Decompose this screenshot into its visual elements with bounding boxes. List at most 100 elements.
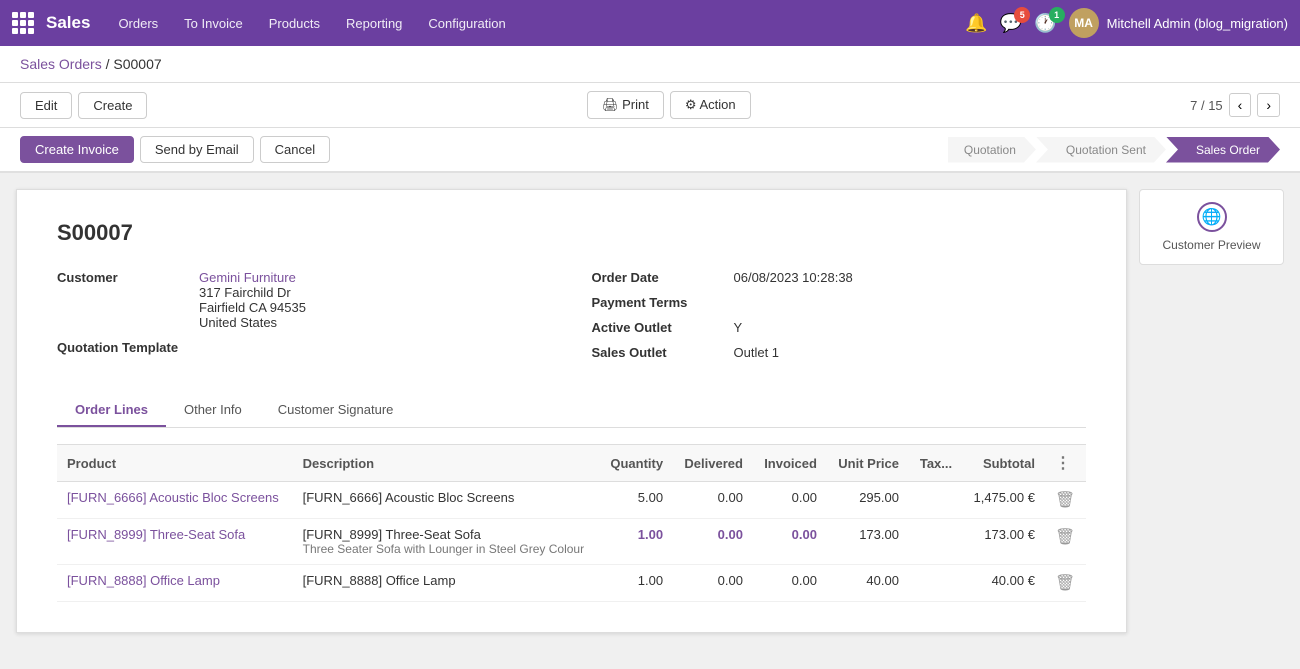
table-row: [FURN_8888] Office Lamp [FURN_8888] Offi…	[57, 565, 1086, 602]
customer-value: Gemini Furniture 317 Fairchild Dr Fairfi…	[199, 270, 306, 330]
print-button[interactable]: 🖨 Print	[587, 91, 664, 119]
user-menu[interactable]: MA Mitchell Admin (blog_migration)	[1069, 8, 1288, 38]
cell-quantity: 1.00	[599, 565, 673, 602]
order-lines-table: Product Description Quantity Delivered I…	[57, 444, 1086, 602]
app-name: Sales	[46, 13, 90, 33]
cell-invoiced: 0.00	[753, 519, 827, 565]
table-more-icon[interactable]: ⋮	[1055, 455, 1071, 472]
top-navigation: Sales Orders To Invoice Products Reporti…	[0, 0, 1300, 46]
cell-product: [FURN_8999] Three-Seat Sofa	[57, 519, 293, 565]
breadcrumb-current: S00007	[113, 56, 161, 72]
nav-products[interactable]: Products	[257, 10, 332, 37]
doc-left-fields: Customer Gemini Furniture 317 Fairchild …	[57, 270, 552, 370]
table-row: [FURN_6666] Acoustic Bloc Screens [FURN_…	[57, 482, 1086, 519]
app-logo[interactable]: Sales	[12, 12, 90, 34]
cell-product: [FURN_6666] Acoustic Bloc Screens	[57, 482, 293, 519]
cell-tax	[909, 519, 962, 565]
product-link[interactable]: [FURN_8999] Three-Seat Sofa	[67, 527, 245, 542]
status-steps: Quotation Quotation Sent Sales Order	[948, 137, 1280, 163]
delete-icon[interactable]: 🗑	[1055, 529, 1075, 546]
clock-badge: 1	[1049, 7, 1065, 23]
clock-icon[interactable]: 🕐 1	[1034, 13, 1056, 34]
delete-icon[interactable]: 🗑	[1055, 492, 1075, 509]
cell-description: [FURN_6666] Acoustic Bloc Screens	[293, 482, 600, 519]
cell-invoiced: 0.00	[753, 565, 827, 602]
col-product: Product	[57, 445, 293, 482]
active-outlet-label: Active Outlet	[592, 320, 722, 335]
doc-right-fields: Order Date 06/08/2023 10:28:38 Payment T…	[592, 270, 1087, 370]
order-number: S00007	[57, 220, 1086, 246]
gear-icon: ⚙	[685, 97, 697, 112]
document-paper: S00007 Customer Gemini Furniture 317 Fai…	[16, 189, 1127, 633]
grid-icon	[12, 12, 34, 34]
cell-tax	[909, 482, 962, 519]
breadcrumb: Sales Orders / S00007	[0, 46, 1300, 83]
order-date-field: Order Date 06/08/2023 10:28:38	[592, 270, 1087, 285]
nav-orders[interactable]: Orders	[106, 10, 170, 37]
cell-unit-price: 40.00	[827, 565, 909, 602]
sales-outlet-label: Sales Outlet	[592, 345, 722, 360]
cell-description: [FURN_8888] Office Lamp	[293, 565, 600, 602]
cell-subtotal: 40.00 €	[962, 565, 1045, 602]
nav-reporting[interactable]: Reporting	[334, 10, 414, 37]
tab-order-lines[interactable]: Order Lines	[57, 394, 166, 427]
delete-icon[interactable]: 🗑	[1055, 575, 1075, 592]
customer-field: Customer Gemini Furniture 317 Fairchild …	[57, 270, 552, 330]
cell-delivered: 0.00	[673, 519, 753, 565]
active-outlet-value: Y	[734, 320, 743, 335]
status-bar: Create Invoice Send by Email Cancel Quot…	[0, 128, 1300, 173]
chat-icon[interactable]: 💬 5	[1000, 13, 1022, 34]
tabs-bar: Order Lines Other Info Customer Signatur…	[57, 394, 1086, 428]
tab-customer-signature[interactable]: Customer Signature	[260, 394, 412, 427]
cell-row-action[interactable]: 🗑	[1045, 482, 1086, 519]
customer-preview-label: Customer Preview	[1162, 238, 1260, 252]
print-icon: 🖨	[602, 97, 619, 112]
bell-icon[interactable]: 🔔	[965, 13, 987, 34]
status-quotation: Quotation	[948, 137, 1036, 163]
cell-unit-price: 295.00	[827, 482, 909, 519]
document-fields: Customer Gemini Furniture 317 Fairchild …	[57, 270, 1086, 370]
product-link[interactable]: [FURN_6666] Acoustic Bloc Screens	[67, 490, 279, 505]
prev-page-button[interactable]: ‹	[1229, 93, 1252, 117]
edit-button[interactable]: Edit	[20, 92, 72, 119]
table-row: [FURN_8999] Three-Seat Sofa [FURN_8999] …	[57, 519, 1086, 565]
customer-preview-button[interactable]: 🌐 Customer Preview	[1139, 189, 1284, 265]
cell-tax	[909, 565, 962, 602]
chat-badge: 5	[1014, 7, 1030, 23]
status-quotation-sent: Quotation Sent	[1036, 137, 1166, 163]
col-unit-price: Unit Price	[827, 445, 909, 482]
nav-configuration[interactable]: Configuration	[416, 10, 517, 37]
nav-to-invoice[interactable]: To Invoice	[172, 10, 255, 37]
cancel-button[interactable]: Cancel	[260, 136, 330, 163]
create-invoice-button[interactable]: Create Invoice	[20, 136, 134, 163]
tab-other-info[interactable]: Other Info	[166, 394, 260, 427]
create-button[interactable]: Create	[78, 92, 147, 119]
next-page-button[interactable]: ›	[1257, 93, 1280, 117]
cell-subtotal: 173.00 €	[962, 519, 1045, 565]
col-delivered: Delivered	[673, 445, 753, 482]
status-sales-order: Sales Order	[1166, 137, 1280, 163]
customer-label: Customer	[57, 270, 187, 285]
order-date-value: 06/08/2023 10:28:38	[734, 270, 853, 285]
action-button[interactable]: ⚙ Action	[670, 91, 751, 119]
customer-preview-panel: 🌐 Customer Preview	[1139, 189, 1284, 633]
cell-row-action[interactable]: 🗑	[1045, 565, 1086, 602]
breadcrumb-parent[interactable]: Sales Orders	[20, 56, 102, 72]
cell-row-action[interactable]: 🗑	[1045, 519, 1086, 565]
send-email-button[interactable]: Send by Email	[140, 136, 254, 163]
cell-subtotal: 1,475.00 €	[962, 482, 1045, 519]
col-subtotal: Subtotal	[962, 445, 1045, 482]
cell-invoiced: 0.00	[753, 482, 827, 519]
customer-address-2: Fairfield CA 94535	[199, 300, 306, 315]
action-bar: Edit Create 🖨 Print ⚙ Action 7 / 15 ‹ ›	[0, 83, 1300, 128]
cell-quantity: 1.00	[599, 519, 673, 565]
cell-delivered: 0.00	[673, 565, 753, 602]
main-area: S00007 Customer Gemini Furniture 317 Fai…	[0, 173, 1300, 649]
customer-name[interactable]: Gemini Furniture	[199, 270, 306, 285]
active-outlet-field: Active Outlet Y	[592, 320, 1087, 335]
customer-address-1: 317 Fairchild Dr	[199, 285, 306, 300]
sales-outlet-value: Outlet 1	[734, 345, 780, 360]
cell-quantity: 5.00	[599, 482, 673, 519]
col-invoiced: Invoiced	[753, 445, 827, 482]
product-link[interactable]: [FURN_8888] Office Lamp	[67, 573, 220, 588]
